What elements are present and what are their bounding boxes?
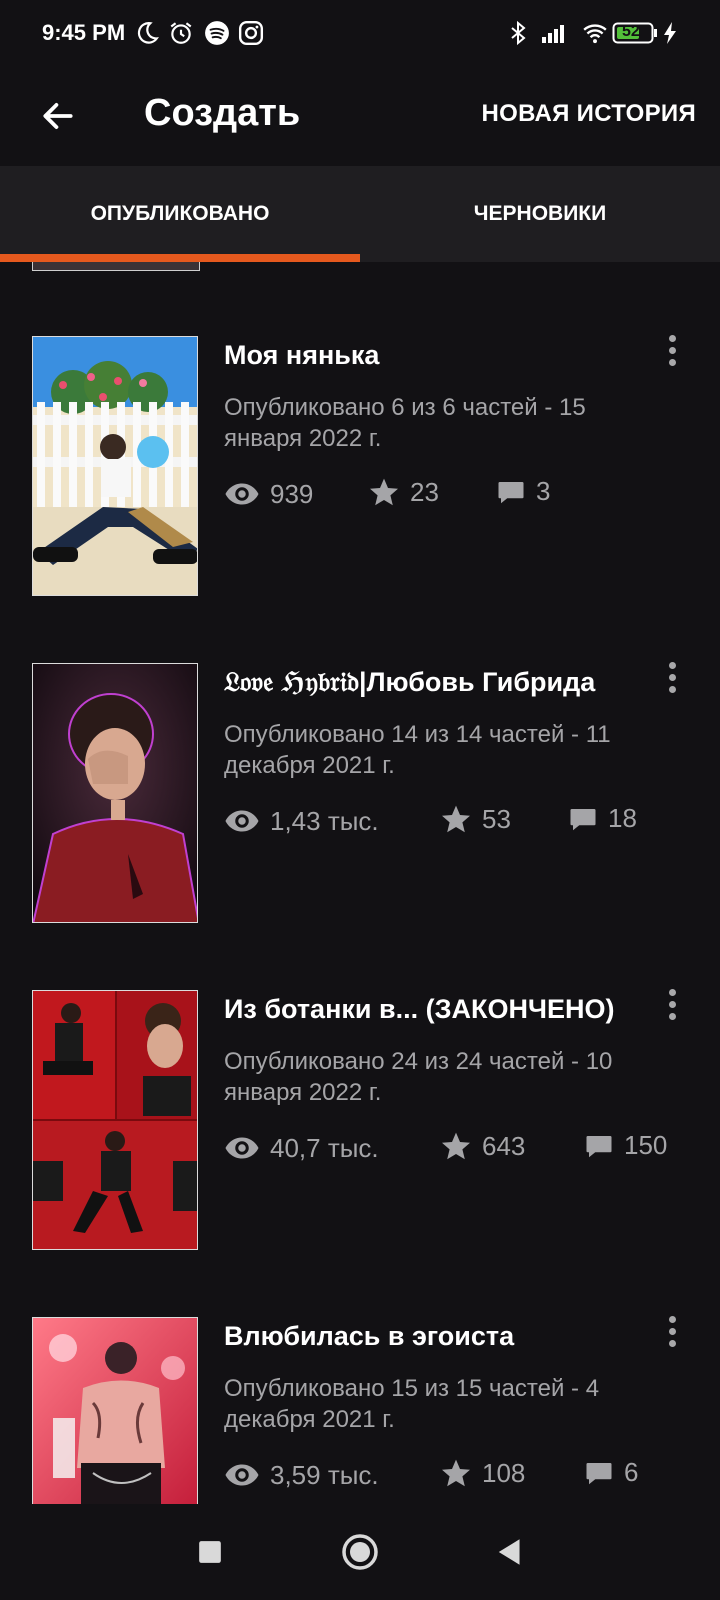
views-stat: 3,59 тыс. <box>224 1457 379 1493</box>
comments-count: 6 <box>624 1457 639 1487</box>
views-stat: 1,43 тыс. <box>224 803 379 839</box>
views-count: 939 <box>270 478 314 509</box>
story-published-info: Опубликовано 15 из 15 частей - 4 декабря… <box>224 1375 600 1433</box>
story-cover[interactable] <box>32 663 198 923</box>
views-count: 3,59 тыс. <box>270 1459 379 1490</box>
eye-icon <box>224 803 260 839</box>
comments-stat: 6 <box>584 1457 638 1488</box>
votes-count: 23 <box>410 476 439 507</box>
more-options-button[interactable] <box>656 330 688 370</box>
moon-icon <box>134 20 160 51</box>
page-title: Создать <box>144 92 301 134</box>
votes-stat: 23 <box>368 476 439 508</box>
story-published-info: Опубликовано 14 из 14 частей - 11 декабр… <box>224 721 611 779</box>
story-item[interactable]: Из ботанки в... (ЗАКОНЧЕНО) Опубликовано… <box>0 988 720 1260</box>
story-published-info: Опубликовано 24 из 24 частей - 10 января… <box>224 1048 613 1106</box>
comments-stat: 150 <box>584 1130 667 1161</box>
spotify-icon <box>204 20 230 51</box>
votes-stat: 53 <box>440 803 511 835</box>
votes-count: 108 <box>482 1457 526 1488</box>
votes-count: 643 <box>482 1130 526 1161</box>
story-title[interactable]: Из ботанки в... (ЗАКОНЧЕНО) <box>224 994 614 1025</box>
home-button[interactable] <box>338 1530 382 1574</box>
more-options-button[interactable] <box>656 657 688 697</box>
story-title[interactable]: Влюбилась в эгоиста <box>224 1321 514 1352</box>
story-published-info: Опубликовано 6 из 6 частей - 15 января 2… <box>224 394 586 452</box>
battery-level: 52 <box>622 23 640 40</box>
tab-indicator <box>0 254 360 262</box>
comment-icon <box>584 1131 614 1161</box>
recents-square-icon <box>199 1541 221 1563</box>
recents-button[interactable] <box>188 1530 232 1574</box>
comments-count: 3 <box>536 476 551 506</box>
votes-stat: 643 <box>440 1130 525 1162</box>
views-stat: 939 <box>224 476 313 512</box>
comments-count: 18 <box>608 803 637 833</box>
back-nav-button[interactable] <box>486 1530 530 1574</box>
signal-icon <box>540 20 570 51</box>
story-cover[interactable] <box>32 1317 198 1504</box>
star-icon <box>368 476 400 508</box>
story-item[interactable]: 𝔏𝔬𝔳𝔢 ℌ𝔶𝔟𝔯𝔦𝔡|Любовь Гибрида Опубликовано … <box>0 661 720 933</box>
back-button[interactable] <box>30 88 86 144</box>
status-time: 9:45 PM <box>42 20 126 45</box>
instagram-icon <box>238 20 264 51</box>
tab-published[interactable]: ОПУБЛИКОВАНО <box>0 166 360 262</box>
votes-stat: 108 <box>440 1457 525 1489</box>
comment-icon <box>584 1458 614 1488</box>
status-bar: 9:45 PM 52 <box>0 0 720 70</box>
charging-icon <box>662 20 678 51</box>
votes-count: 53 <box>482 803 511 834</box>
tab-bar: ОПУБЛИКОВАНО ЧЕРНОВИКИ <box>0 166 720 262</box>
comment-icon <box>568 804 598 834</box>
story-cover[interactable] <box>32 336 198 596</box>
comments-stat: 3 <box>496 476 550 507</box>
more-options-button[interactable] <box>656 984 688 1024</box>
comments-stat: 18 <box>568 803 637 834</box>
story-title[interactable]: 𝔏𝔬𝔳𝔢 ℌ𝔶𝔟𝔯𝔦𝔡|Любовь Гибрида <box>224 667 595 699</box>
home-circle-icon <box>342 1534 378 1570</box>
story-cover-partial[interactable] <box>32 262 200 271</box>
bluetooth-icon <box>506 20 530 51</box>
system-nav-bar <box>0 1504 720 1600</box>
alarm-icon <box>168 20 194 51</box>
comment-icon <box>496 477 526 507</box>
app-bar: Создать НОВАЯ ИСТОРИЯ <box>0 70 720 166</box>
tab-drafts[interactable]: ЧЕРНОВИКИ <box>360 166 720 262</box>
new-story-button[interactable]: НОВАЯ ИСТОРИЯ <box>481 100 696 128</box>
eye-icon <box>224 1457 260 1493</box>
back-triangle-icon <box>498 1539 520 1565</box>
views-stat: 40,7 тыс. <box>224 1130 379 1166</box>
more-options-button[interactable] <box>656 1311 688 1351</box>
comments-count: 150 <box>624 1130 668 1160</box>
story-item[interactable]: Моя нянька Опубликовано 6 из 6 частей - … <box>0 334 720 606</box>
star-icon <box>440 1130 472 1162</box>
star-icon <box>440 1457 472 1489</box>
eye-icon <box>224 476 260 512</box>
wifi-icon <box>580 20 610 51</box>
views-count: 40,7 тыс. <box>270 1132 379 1163</box>
story-title[interactable]: Моя нянька <box>224 340 379 371</box>
story-cover[interactable] <box>32 990 198 1250</box>
arrow-left-icon <box>43 103 73 129</box>
eye-icon <box>224 1130 260 1166</box>
views-count: 1,43 тыс. <box>270 805 379 836</box>
star-icon <box>440 803 472 835</box>
